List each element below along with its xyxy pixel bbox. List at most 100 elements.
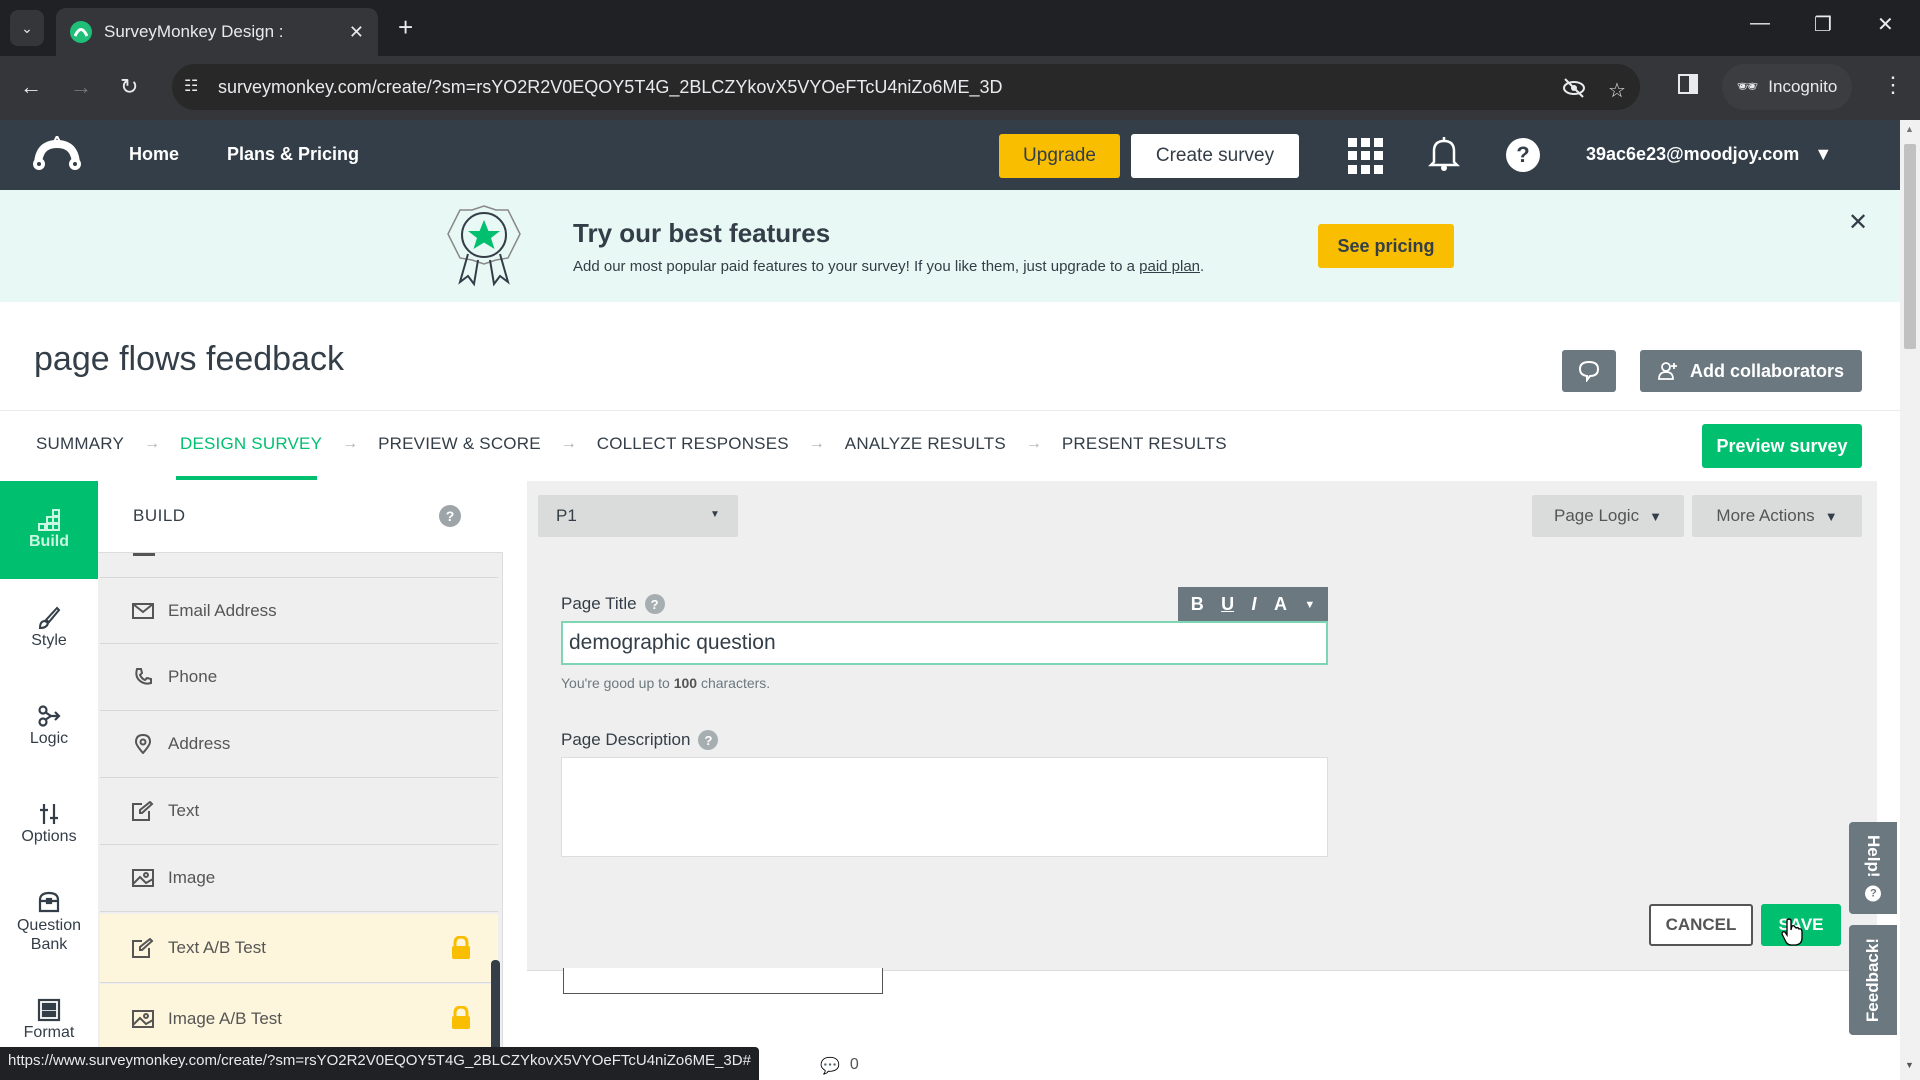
build-item-address[interactable]: Address: [100, 711, 498, 778]
page-editor: P1 ▼ Page Logic ▼ More Actions ▼ Page Ti…: [527, 481, 1877, 971]
browser-tab[interactable]: SurveyMonkey Design : ✕: [56, 8, 378, 56]
help-side-tab[interactable]: ? Help!: [1849, 822, 1897, 914]
left-nav-question-bank[interactable]: Question Bank: [0, 873, 98, 971]
scroll-up-arrow-icon[interactable]: ▲: [1905, 124, 1914, 134]
page-logic-dropdown[interactable]: Page Logic ▼: [1532, 495, 1684, 537]
page-description-input[interactable]: [561, 757, 1328, 857]
site-settings-icon[interactable]: ☷: [184, 76, 198, 96]
build-item-label: Text A/B Test: [168, 938, 266, 957]
active-step-indicator: [176, 476, 317, 480]
left-nav-style[interactable]: Style: [0, 579, 98, 677]
bold-button[interactable]: B: [1191, 594, 1204, 615]
help-question-icon[interactable]: ?: [439, 505, 461, 527]
award-ribbon-icon: [447, 205, 521, 287]
arrow-right-icon: →: [808, 435, 825, 452]
scrollbar-thumb[interactable]: [1904, 144, 1916, 349]
help-question-icon[interactable]: ?: [698, 730, 719, 750]
minimize-icon[interactable]: —: [1750, 12, 1770, 35]
comment-count-value: 0: [849, 1056, 859, 1073]
page-select-dropdown[interactable]: P1 ▼: [538, 495, 738, 537]
scroll-down-arrow-icon[interactable]: ▼: [1905, 1060, 1914, 1070]
build-panel: BUILD ? Email Address Phone Address Text…: [98, 481, 503, 1053]
cancel-button[interactable]: CANCEL: [1649, 904, 1753, 946]
text-format-toolbar: B U I A ▼: [1178, 587, 1328, 622]
build-icon: [38, 509, 60, 531]
close-tab-icon[interactable]: ✕: [349, 22, 364, 43]
step-summary[interactable]: SUMMARY: [36, 434, 124, 454]
build-item-image[interactable]: Image: [100, 845, 498, 912]
link-status-bar: https://www.surveymonkey.com/create/?sm=…: [0, 1047, 759, 1080]
close-window-icon[interactable]: ✕: [1877, 12, 1894, 37]
build-item-text[interactable]: Text: [100, 778, 498, 845]
notifications-bell-icon[interactable]: [1428, 136, 1460, 172]
help-circle-icon: ?: [1865, 885, 1881, 902]
surveymonkey-logo[interactable]: [32, 136, 82, 174]
new-tab-button[interactable]: +: [398, 12, 413, 43]
forward-icon[interactable]: →: [70, 74, 92, 100]
question-bank-icon: [38, 891, 60, 912]
nav-home[interactable]: Home: [129, 144, 179, 165]
build-item-phone[interactable]: Phone: [100, 644, 498, 711]
page-title-input[interactable]: [561, 621, 1328, 665]
left-nav-label: Question Bank: [16, 916, 82, 953]
bookmark-star-icon[interactable]: ☆: [1608, 78, 1626, 103]
build-item-image-ab-test[interactable]: Image A/B Test: [100, 984, 498, 1053]
tab-list-button[interactable]: ⌄: [10, 10, 44, 46]
build-panel-scrollbar[interactable]: [491, 960, 500, 1060]
page-scrollbar[interactable]: ▲ ▼: [1900, 120, 1920, 1080]
account-menu[interactable]: 39ac6e23@moodjoy.com ▼: [1586, 144, 1832, 165]
paid-plan-link[interactable]: paid plan: [1139, 258, 1200, 275]
left-nav: Build Style Logic Options Question Bank …: [0, 481, 98, 1080]
left-nav-logic[interactable]: Logic: [0, 677, 98, 775]
comment-count[interactable]: 💬 0: [820, 1056, 859, 1076]
browser-menu-icon[interactable]: ⋮: [1882, 72, 1904, 98]
side-panel-icon[interactable]: [1678, 74, 1698, 100]
partial-item-icon: [133, 553, 155, 556]
incognito-indicator[interactable]: 🕶 Incognito: [1722, 64, 1852, 110]
step-collect-responses[interactable]: COLLECT RESPONSES: [597, 434, 789, 454]
caret-down-icon[interactable]: ▼: [1304, 599, 1315, 611]
image-icon: [132, 869, 154, 887]
step-preview-score[interactable]: PREVIEW & SCORE: [378, 434, 541, 454]
step-present-results[interactable]: PRESENT RESULTS: [1062, 434, 1227, 454]
survey-title[interactable]: page flows feedback: [34, 340, 344, 379]
see-pricing-button[interactable]: See pricing: [1318, 224, 1454, 268]
banner-title: Try our best features: [573, 218, 831, 248]
back-icon[interactable]: ←: [20, 74, 42, 100]
left-nav-build[interactable]: Build: [0, 481, 98, 579]
left-nav-label: Logic: [29, 730, 69, 747]
browser-tab-bar: ⌄ SurveyMonkey Design : ✕ + — ❐ ✕: [0, 0, 1920, 56]
nav-plans-pricing[interactable]: Plans & Pricing: [227, 144, 359, 165]
restore-icon[interactable]: ❐: [1814, 12, 1832, 37]
apps-grid-icon[interactable]: [1348, 138, 1384, 174]
step-analyze-results[interactable]: ANALYZE RESULTS: [845, 434, 1006, 454]
underline-button[interactable]: U: [1221, 594, 1234, 615]
upgrade-button[interactable]: Upgrade: [999, 134, 1120, 178]
build-item-email-address[interactable]: Email Address: [100, 577, 498, 644]
build-item-label: Address: [168, 734, 231, 753]
url-field[interactable]: ☷ surveymonkey.com/create/?sm=rsYO2R2V0E…: [172, 64, 1640, 110]
preview-survey-button[interactable]: Preview survey: [1702, 424, 1862, 468]
more-actions-dropdown[interactable]: More Actions ▼: [1692, 495, 1862, 537]
italic-button[interactable]: I: [1252, 594, 1257, 615]
add-collaborators-button[interactable]: Add collaborators: [1640, 350, 1862, 392]
create-survey-button[interactable]: Create survey: [1131, 134, 1299, 178]
left-nav-options[interactable]: Options: [0, 775, 98, 873]
font-color-button[interactable]: A: [1274, 594, 1287, 615]
more-actions-label: More Actions: [1716, 506, 1815, 525]
page-select-value: P1: [556, 506, 577, 525]
hand-pointer-cursor-icon: [1781, 918, 1803, 946]
comments-button[interactable]: [1562, 350, 1616, 392]
caret-down-icon: ▼: [1649, 508, 1662, 524]
eye-off-icon[interactable]: [1562, 78, 1586, 104]
build-item-text-ab-test[interactable]: Text A/B Test: [100, 914, 498, 983]
add-collaborators-label: Add collaborators: [1689, 360, 1845, 381]
reload-icon[interactable]: ↻: [120, 74, 138, 100]
divider: [0, 410, 1900, 411]
feedback-side-tab[interactable]: Feedback!: [1849, 925, 1897, 1035]
help-icon[interactable]: ?: [1506, 138, 1540, 172]
arrow-right-icon: →: [342, 435, 359, 452]
step-design-survey[interactable]: DESIGN SURVEY: [180, 434, 322, 454]
close-banner-icon[interactable]: ✕: [1848, 208, 1868, 237]
help-question-icon[interactable]: ?: [644, 594, 665, 614]
